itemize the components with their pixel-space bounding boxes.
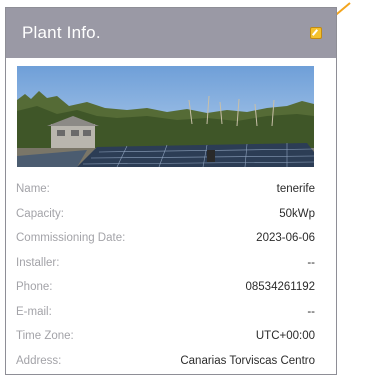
field-capacity: Capacity: 50kWp [16,202,315,227]
field-value: UTC+00:00 [255,330,315,343]
field-label: Name: [16,183,50,196]
edit-icon[interactable] [310,27,322,39]
field-time-zone: Time Zone: UTC+00:00 [16,324,315,349]
field-label: Address: [16,354,62,367]
field-label: Capacity: [16,207,64,220]
field-label: E-mail: [16,305,52,318]
plant-photo-image [17,66,314,167]
field-phone: Phone: 08534261192 [16,275,315,300]
field-value: -- [307,305,315,318]
field-value: 08534261192 [245,281,316,294]
card-header: Plant Info. [6,8,336,58]
field-value: Canarias Torviscas Centro [180,354,315,367]
field-label: Installer: [16,256,60,269]
card-title: Plant Info. [22,23,101,42]
field-value: 2023-06-06 [256,232,315,245]
field-label: Commissioning Date: [16,232,126,245]
field-label: Phone: [16,281,53,294]
plant-fields: Name: tenerife Capacity: 50kWp Commissio… [16,177,315,373]
field-value: -- [307,256,315,269]
field-commissioning-date: Commissioning Date: 2023-06-06 [16,226,315,251]
field-address: Address: Canarias Torviscas Centro [16,349,315,374]
field-value: 50kWp [279,207,315,220]
field-email: E-mail: -- [16,300,315,325]
plant-photo [17,66,314,167]
field-installer: Installer: -- [16,251,315,276]
field-label: Time Zone: [16,330,74,343]
field-name: Name: tenerife [16,177,315,202]
field-value: tenerife [276,183,315,196]
